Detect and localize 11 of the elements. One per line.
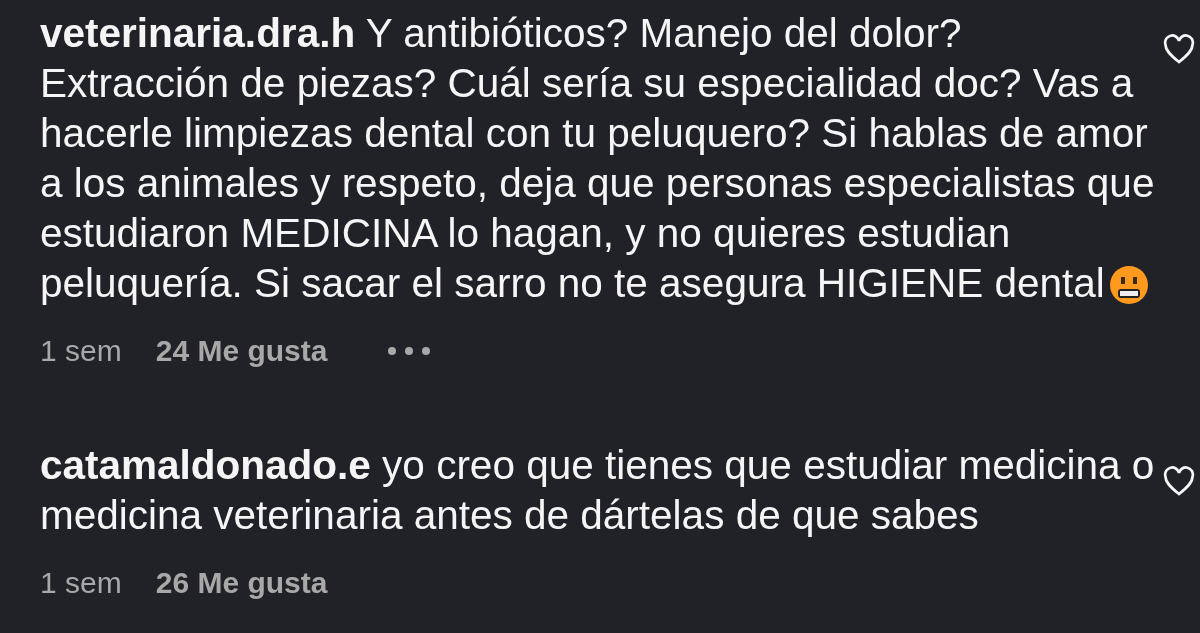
comment-time: 1 sem: [40, 334, 122, 368]
more-options-icon[interactable]: [387, 346, 432, 356]
heart-icon[interactable]: [1162, 34, 1196, 64]
comment-text: veterinaria.dra.h Y antibióticos? Manejo del dolor? Extracción de piezas? Cuál sería su especialidad doc? Vas a hacerle limpiezas dental con tu peluquero? Si hablas de amor a los animales y respeto, deja que personas especialistas que estudiaron MEDICINA lo hagan, y no quieres estudian peluquería. Si sacar el sarro no te asegura HIGIENE dental: [40, 9, 1156, 308]
comment-text: catamaldonado.e yo creo que tienes que estudiar medicina o medicina veterinaria antes de dártelas de que sabes: [40, 441, 1156, 540]
heart-icon[interactable]: [1162, 466, 1196, 496]
likes-count[interactable]: 26 Me gusta: [155, 566, 328, 600]
comment-time: 1 sem: [40, 566, 122, 600]
username-link[interactable]: veterinaria.dra.h: [40, 10, 356, 56]
username-link[interactable]: catamaldonado.e: [40, 442, 371, 488]
likes-count[interactable]: 24 Me gusta: [155, 334, 328, 368]
